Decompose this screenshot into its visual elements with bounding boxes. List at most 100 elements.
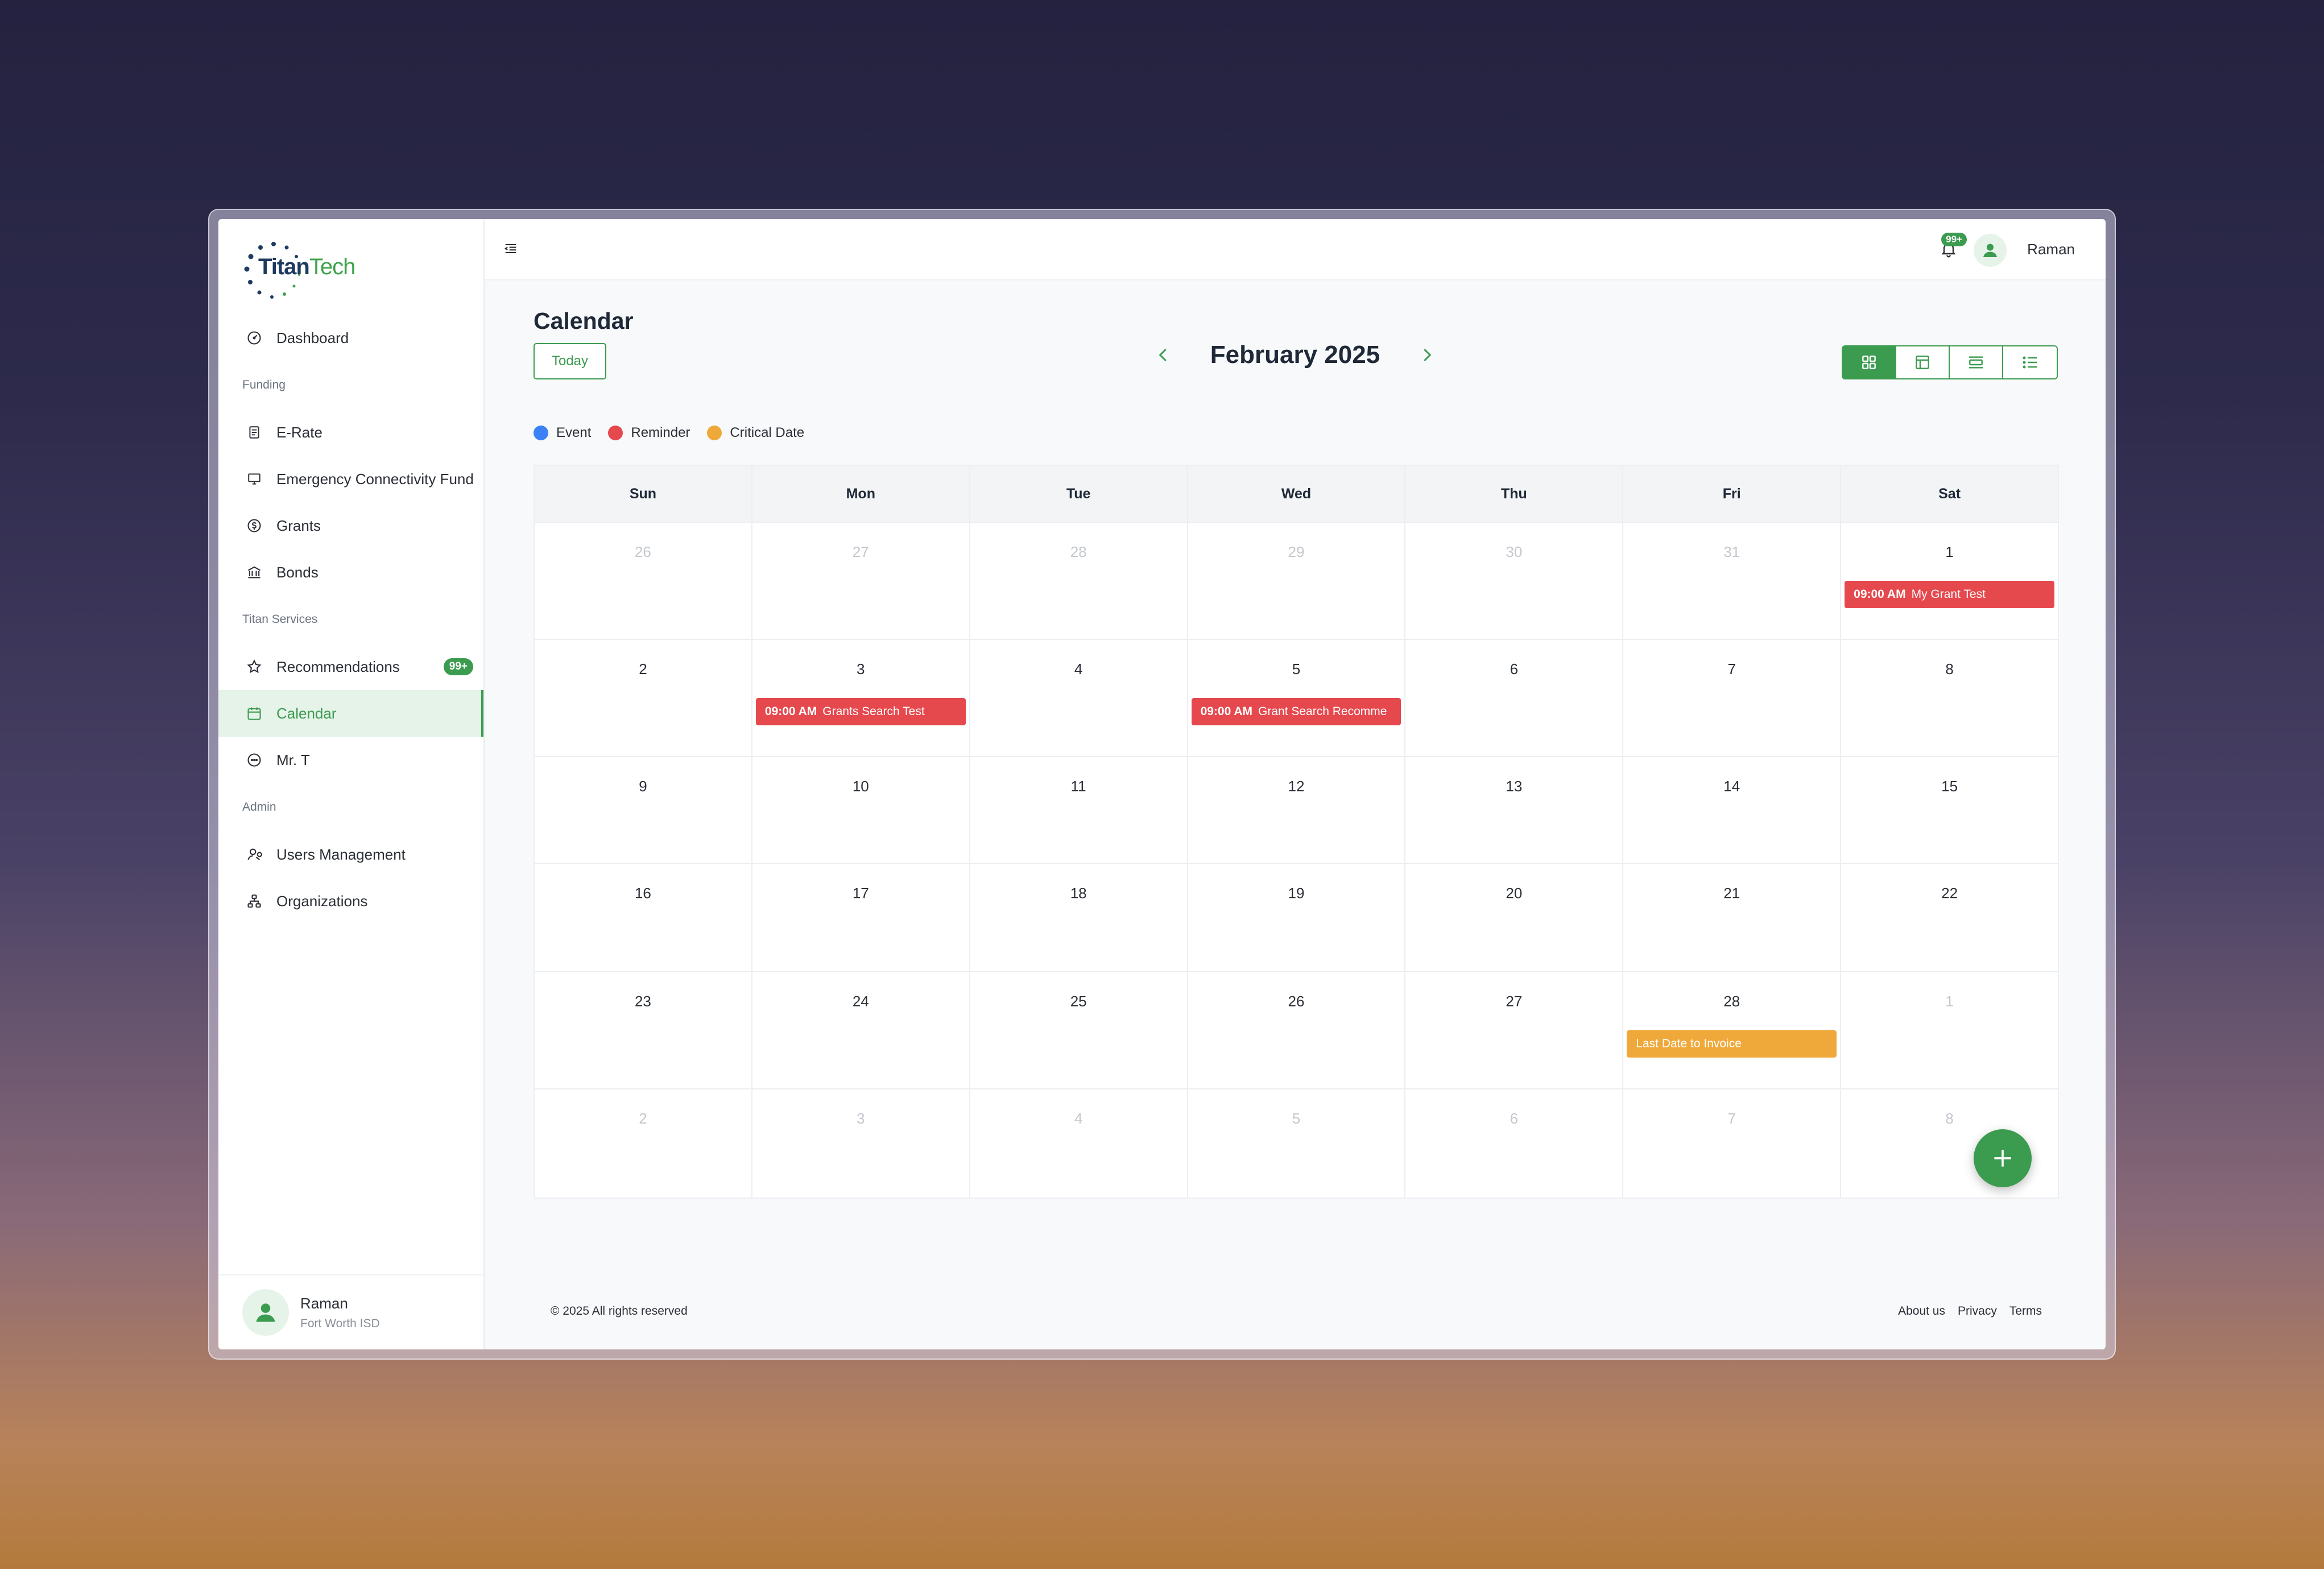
calendar-day-cell[interactable]: 26	[535, 523, 752, 639]
day-number: 3	[857, 1110, 865, 1127]
calendar-day-cell[interactable]: 16	[535, 864, 752, 971]
layout-icon	[1916, 356, 1929, 369]
day-number: 31	[1723, 543, 1740, 560]
calendar-day-cell[interactable]: 27	[1405, 972, 1624, 1088]
sidebar-item-label: Emergency Connectivity Fund	[276, 470, 474, 488]
calendar-day-cell[interactable]: 21	[1623, 864, 1842, 971]
calendar-day-cell[interactable]: 2	[535, 1089, 752, 1198]
footer-links: About us Privacy Terms	[1885, 1304, 2042, 1318]
calendar-day-cell[interactable]: 6	[1405, 1089, 1624, 1198]
calendar-day-cell[interactable]: 25	[970, 972, 1188, 1088]
sidebar-item-emergency-connectivity-fund[interactable]: Emergency Connectivity Fund	[218, 456, 483, 502]
calendar-day-cell[interactable]: 4	[970, 1089, 1188, 1198]
calendar-event-chip[interactable]: Last Date to Invoice	[1627, 1030, 1837, 1058]
calendar-day-cell[interactable]: 23	[535, 972, 752, 1088]
calendar-day-cell[interactable]: 17	[752, 864, 970, 971]
sidebar-item-users-management[interactable]: Users Management	[218, 831, 483, 878]
calendar-day-cell[interactable]: 24	[752, 972, 970, 1088]
chevron-left-icon[interactable]	[1152, 344, 1175, 366]
footer-link-terms[interactable]: Terms	[2009, 1304, 2042, 1318]
calendar-day-cell[interactable]: 5	[1188, 1089, 1406, 1198]
sidebar-section-funding: Funding	[242, 378, 286, 391]
day-number: 26	[634, 543, 651, 560]
sidebar-item-bonds[interactable]: Bonds	[218, 549, 483, 596]
footer-link-privacy[interactable]: Privacy	[1958, 1304, 1997, 1318]
day-number: 7	[1727, 1110, 1736, 1127]
legend-label: Event	[556, 425, 592, 440]
weekday-label: Wed	[1188, 466, 1406, 522]
calendar-month-grid: Sun Mon Tue Wed Thu Fri Sat 26 27 28 29 30 31 1 09:00…	[534, 465, 2059, 1199]
calendar-day-cell[interactable]: 31	[1623, 523, 1842, 639]
calendar-day-cell[interactable]: 1 09:00 AM My Grant Test	[1841, 523, 2058, 639]
calendar-day-cell[interactable]: 19	[1188, 864, 1406, 971]
calendar-day-cell[interactable]: 26	[1188, 972, 1406, 1088]
day-number: 22	[1941, 885, 1958, 902]
calendar-day-cell[interactable]: 14	[1623, 757, 1842, 863]
calendar-day-cell[interactable]: 15	[1841, 757, 2058, 863]
calendar-day-cell[interactable]: 6	[1405, 640, 1624, 756]
topbar: 99+ Raman	[485, 219, 2106, 280]
calendar-day-cell[interactable]: 28	[970, 523, 1188, 639]
calendar-day-cell[interactable]: 29	[1188, 523, 1406, 639]
day-view-button[interactable]	[1950, 346, 2003, 378]
sidebar-item-grants[interactable]: Grants	[218, 502, 483, 549]
chat-bubble-icon	[246, 752, 263, 769]
chevron-right-icon[interactable]	[1415, 344, 1438, 366]
footer-link-about[interactable]: About us	[1898, 1304, 1945, 1318]
calendar-day-cell[interactable]: 4	[970, 640, 1188, 756]
user-icon	[1983, 243, 1997, 257]
user-organization: Fort Worth ISD	[300, 1316, 380, 1330]
calendar-day-cell[interactable]: 8	[1841, 640, 2058, 756]
collapse-sidebar-icon[interactable]	[503, 241, 521, 259]
day-number: 30	[1506, 543, 1523, 560]
topbar-user-name[interactable]: Raman	[2027, 241, 2075, 258]
calendar-day-cell[interactable]: 30	[1405, 523, 1624, 639]
sidebar-user-profile[interactable]: Raman Fort Worth ISD	[218, 1274, 483, 1349]
calendar-day-cell[interactable]: 3	[752, 1089, 970, 1198]
avatar[interactable]	[1974, 234, 2007, 267]
sidebar-item-recommendations[interactable]: Recommendations 99+	[218, 643, 483, 690]
calendar-day-cell[interactable]: 3 09:00 AM Grants Search Test	[752, 640, 970, 756]
calendar-day-cell[interactable]: 28 Last Date to Invoice	[1623, 972, 1842, 1088]
day-number: 21	[1723, 885, 1740, 902]
day-number: 15	[1941, 778, 1958, 795]
calendar-event-chip[interactable]: 09:00 AM My Grant Test	[1845, 581, 2055, 608]
legend-item-critical-date: Critical Date	[707, 425, 804, 441]
footer-copyright: © 2025 All rights reserved	[551, 1304, 688, 1318]
event-title: Grant Search Recomme	[1258, 705, 1387, 718]
titantech-logo[interactable]: TitanTech	[242, 236, 355, 299]
calendar-day-cell[interactable]: 13	[1405, 757, 1624, 863]
sidebar-item-organizations[interactable]: Organizations	[218, 878, 483, 924]
calendar-day-cell[interactable]: 20	[1405, 864, 1624, 971]
calendar-day-cell[interactable]: 12	[1188, 757, 1406, 863]
day-rows-icon	[1969, 356, 1983, 369]
calendar-event-chip[interactable]: 09:00 AM Grant Search Recomme	[1191, 698, 1401, 725]
day-number: 18	[1070, 885, 1087, 902]
add-event-button[interactable]	[1974, 1129, 2032, 1187]
calendar-day-cell[interactable]: 1	[1841, 972, 2058, 1088]
legend-dot	[534, 426, 548, 440]
sidebar-item-label: Bonds	[276, 563, 319, 581]
calendar-day-cell[interactable]: 7	[1623, 1089, 1842, 1198]
day-number: 2	[639, 1110, 647, 1127]
sidebar-item-calendar[interactable]: Calendar	[218, 690, 483, 737]
list-view-button[interactable]	[2003, 346, 2057, 378]
calendar-day-cell[interactable]: 18	[970, 864, 1188, 971]
calendar-day-cell[interactable]: 7	[1623, 640, 1842, 756]
event-time: 09:00 AM	[1200, 705, 1253, 718]
calendar-day-cell[interactable]: 11	[970, 757, 1188, 863]
month-view-button[interactable]	[1843, 346, 1896, 378]
calendar-event-chip[interactable]: 09:00 AM Grants Search Test	[755, 698, 966, 725]
legend-label: Critical Date	[730, 425, 805, 440]
calendar-day-cell[interactable]: 27	[752, 523, 970, 639]
sidebar-item-dashboard[interactable]: Dashboard	[218, 315, 483, 361]
sidebar-item-e-rate[interactable]: E-Rate	[218, 409, 483, 456]
calendar-day-cell[interactable]: 2	[535, 640, 752, 756]
calendar-day-cell[interactable]: 22	[1841, 864, 2058, 971]
calendar-day-cell[interactable]: 5 09:00 AM Grant Search Recomme	[1188, 640, 1406, 756]
day-number: 9	[639, 778, 647, 795]
week-view-button[interactable]	[1896, 346, 1950, 378]
calendar-day-cell[interactable]: 9	[535, 757, 752, 863]
calendar-day-cell[interactable]: 10	[752, 757, 970, 863]
sidebar-item-mr-t[interactable]: Mr. T	[218, 737, 483, 783]
